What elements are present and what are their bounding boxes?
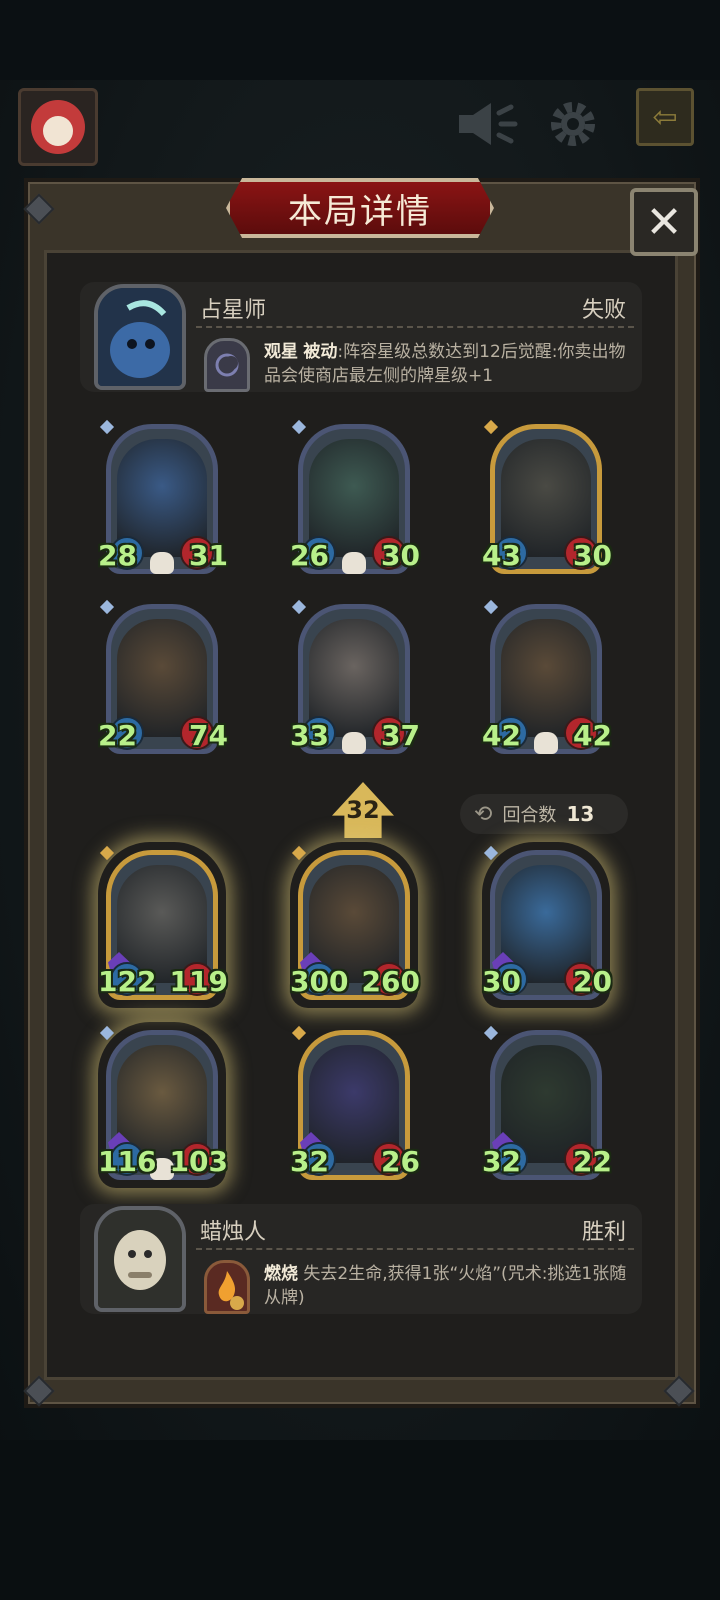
moon-gate-icon xyxy=(204,338,250,392)
player-skill-description: 燃烧 失去2生命,获得1张“火焰”(咒术:挑选1张随从牌) xyxy=(264,1262,634,1310)
unit-health: 31 xyxy=(189,539,228,572)
divider xyxy=(196,1248,634,1250)
opponent-unit-card[interactable]: 42 42 xyxy=(482,599,612,760)
avatar xyxy=(31,100,85,154)
unit-health: 26 xyxy=(381,1145,420,1178)
player-unit-card[interactable]: 32 26 xyxy=(290,1025,420,1186)
unit-attack: 28 xyxy=(98,539,137,572)
unit-health: 20 xyxy=(573,965,612,998)
title-banner: 本局详情 xyxy=(226,178,494,238)
back-arrow-icon: ⇦ xyxy=(652,99,678,135)
divider xyxy=(196,326,634,328)
opponent-unit-card[interactable]: 22 74 xyxy=(98,599,228,760)
unit-attack: 32 xyxy=(482,1145,521,1178)
skull-icon xyxy=(150,552,174,574)
back-button[interactable]: ⇦ xyxy=(636,88,694,146)
turn-value: 13 xyxy=(566,802,595,826)
player-unit-card[interactable]: 30 20 xyxy=(482,845,612,1006)
opponent-hero-portrait[interactable] xyxy=(94,284,186,390)
unit-attack: 300 xyxy=(290,965,349,998)
turn-label: 回合数 xyxy=(502,805,557,826)
opponent-hero-name: 占星师 xyxy=(200,298,267,323)
level-value: 32 xyxy=(346,796,380,824)
opponent-hero-card: 占星师 失败 观星 被动:阵容星级总数达到12后觉醒:你卖出物品会使商店最左侧的… xyxy=(80,282,642,392)
opponent-result: 失败 xyxy=(581,298,626,323)
unit-attack: 33 xyxy=(290,719,329,752)
unit-health: 119 xyxy=(169,965,228,998)
unit-health: 30 xyxy=(381,539,420,572)
skull-icon xyxy=(342,552,366,574)
unit-attack: 26 xyxy=(290,539,329,572)
turn-counter: ⟲ 回合数 13 xyxy=(460,794,628,834)
unit-health: 260 xyxy=(361,965,420,998)
unit-health: 74 xyxy=(189,719,228,752)
speaker-icon[interactable] xyxy=(454,92,520,156)
unit-health: 103 xyxy=(169,1145,228,1178)
cycle-arrows-icon: ⟲ xyxy=(474,801,493,827)
unit-attack: 30 xyxy=(482,965,521,998)
unit-health: 22 xyxy=(573,1145,612,1178)
opponent-skill-description: 观星 被动:阵容星级总数达到12后觉醒:你卖出物品会使商店最左侧的牌星级+1 xyxy=(264,340,634,388)
player-unit-card[interactable]: 300 260 xyxy=(290,845,420,1006)
unit-attack: 32 xyxy=(290,1145,329,1178)
unit-attack: 22 xyxy=(98,719,137,752)
opponent-unit-card[interactable]: 28 31 xyxy=(98,419,228,580)
close-icon: ✕ xyxy=(645,196,683,248)
player-hero-name: 蜡烛人 xyxy=(200,1220,267,1245)
player-avatar-button[interactable] xyxy=(18,88,98,166)
page-title: 本局详情 xyxy=(288,191,432,232)
unit-attack: 122 xyxy=(98,965,157,998)
close-button[interactable]: ✕ xyxy=(630,188,698,256)
player-hero-card: 蜡烛人 胜利 燃烧 失去2生命,获得1张“火焰”(咒术:挑选1张随从牌) xyxy=(80,1204,642,1314)
skull-icon xyxy=(342,732,366,754)
opponent-unit-card[interactable]: 33 37 xyxy=(290,599,420,760)
flame-icon xyxy=(204,1260,250,1314)
unit-health: 37 xyxy=(381,719,420,752)
gear-icon[interactable] xyxy=(540,92,606,156)
bottom-background xyxy=(0,1440,720,1600)
player-unit-card[interactable]: 122 119 xyxy=(98,845,228,1006)
opponent-skill-type: 被动 xyxy=(303,342,338,362)
player-skill-name: 燃烧 xyxy=(264,1264,298,1284)
opponent-unit-card[interactable]: 43 30 xyxy=(482,419,612,580)
top-background xyxy=(0,0,720,80)
unit-health: 30 xyxy=(573,539,612,572)
player-hero-portrait[interactable] xyxy=(94,1206,186,1312)
unit-health: 42 xyxy=(573,719,612,752)
unit-attack: 42 xyxy=(482,719,521,752)
opponent-unit-card[interactable]: 26 30 xyxy=(290,419,420,580)
opponent-skill-name: 观星 xyxy=(264,342,298,362)
unit-attack: 116 xyxy=(98,1145,157,1178)
player-unit-card[interactable]: 116 103 xyxy=(98,1025,228,1186)
skull-icon xyxy=(534,732,558,754)
player-unit-card[interactable]: 32 22 xyxy=(482,1025,612,1186)
player-skill-text: 失去2生命,获得1张“火焰”(咒术:挑选1张随从牌) xyxy=(264,1264,627,1308)
player-result: 胜利 xyxy=(581,1220,626,1245)
unit-attack: 43 xyxy=(482,539,521,572)
